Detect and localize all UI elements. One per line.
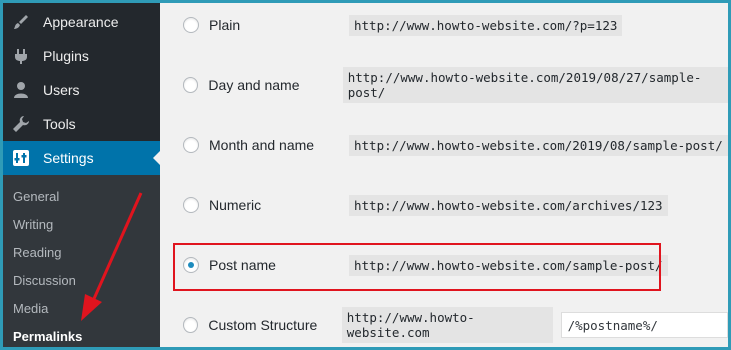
radio-day-and-name[interactable]: [183, 77, 199, 93]
radio-numeric[interactable]: [183, 197, 199, 213]
example-url: http://www.howto-website.com/2019/08/27/…: [342, 67, 728, 103]
admin-sidebar: Appearance Plugins Users Tools Settings: [3, 3, 161, 347]
permalink-settings: Plain http://www.howto-website.com/?p=12…: [163, 3, 728, 347]
sidebar-item-settings[interactable]: Settings: [3, 141, 161, 175]
sidebar-item-users[interactable]: Users: [3, 73, 160, 107]
example-url: http://www.howto-website.com/archives/12…: [349, 194, 668, 216]
option-row-plain: Plain http://www.howto-website.com/?p=12…: [183, 10, 623, 40]
radio-post-name[interactable]: [183, 257, 199, 273]
submenu-item-writing[interactable]: Writing: [13, 217, 53, 232]
submenu-item-media[interactable]: Media: [13, 301, 48, 316]
sidebar-item-tools[interactable]: Tools: [3, 107, 160, 141]
submenu-item-general[interactable]: General: [13, 189, 59, 204]
example-url: http://www.howto-website.com/?p=123: [349, 14, 623, 36]
custom-structure-input[interactable]: /%postname%/: [560, 312, 728, 338]
radio-month-and-name[interactable]: [183, 137, 199, 153]
sidebar-item-label: Plugins: [43, 48, 89, 64]
plugin-icon: [11, 46, 31, 66]
option-row-month-and-name: Month and name http://www.howto-website.…: [183, 130, 728, 160]
base-url: http://www.howto-website.com: [341, 307, 553, 343]
example-url: http://www.howto-website.com/2019/08/sam…: [349, 134, 728, 156]
submenu-item-reading[interactable]: Reading: [13, 245, 61, 260]
option-label[interactable]: Day and name: [208, 77, 342, 93]
radio-plain[interactable]: [183, 17, 199, 33]
sidebar-item-label: Tools: [43, 116, 76, 132]
option-label[interactable]: Plain: [209, 17, 349, 33]
radio-custom-structure[interactable]: [183, 317, 199, 333]
sidebar-item-label: Users: [43, 82, 80, 98]
active-indicator: [153, 150, 161, 166]
option-label[interactable]: Post name: [209, 257, 349, 273]
submenu-item-discussion[interactable]: Discussion: [13, 273, 76, 288]
option-row-custom-structure: Custom Structure http://www.howto-websit…: [183, 307, 728, 343]
sidebar-item-plugins[interactable]: Plugins: [3, 39, 160, 73]
users-icon: [11, 80, 31, 100]
sidebar-item-appearance[interactable]: Appearance: [3, 5, 160, 39]
submenu-item-permalinks[interactable]: Permalinks: [13, 329, 82, 344]
paintbrush-icon: [11, 12, 31, 32]
example-url: http://www.howto-website.com/sample-post…: [349, 254, 668, 276]
option-row-numeric: Numeric http://www.howto-website.com/arc…: [183, 190, 668, 220]
option-row-post-name: Post name http://www.howto-website.com/s…: [183, 250, 668, 280]
option-label[interactable]: Month and name: [209, 137, 349, 153]
option-label[interactable]: Custom Structure: [208, 317, 341, 333]
sidebar-item-label: Settings: [43, 150, 94, 166]
settings-icon: [11, 148, 31, 168]
settings-submenu: General Writing Reading Discussion Media…: [3, 175, 160, 347]
sidebar-item-label: Appearance: [43, 14, 119, 30]
option-label[interactable]: Numeric: [209, 197, 349, 213]
option-row-day-and-name: Day and name http://www.howto-website.co…: [183, 67, 728, 103]
screenshot-frame: Appearance Plugins Users Tools Settings: [0, 0, 731, 350]
wrench-icon: [11, 114, 31, 134]
